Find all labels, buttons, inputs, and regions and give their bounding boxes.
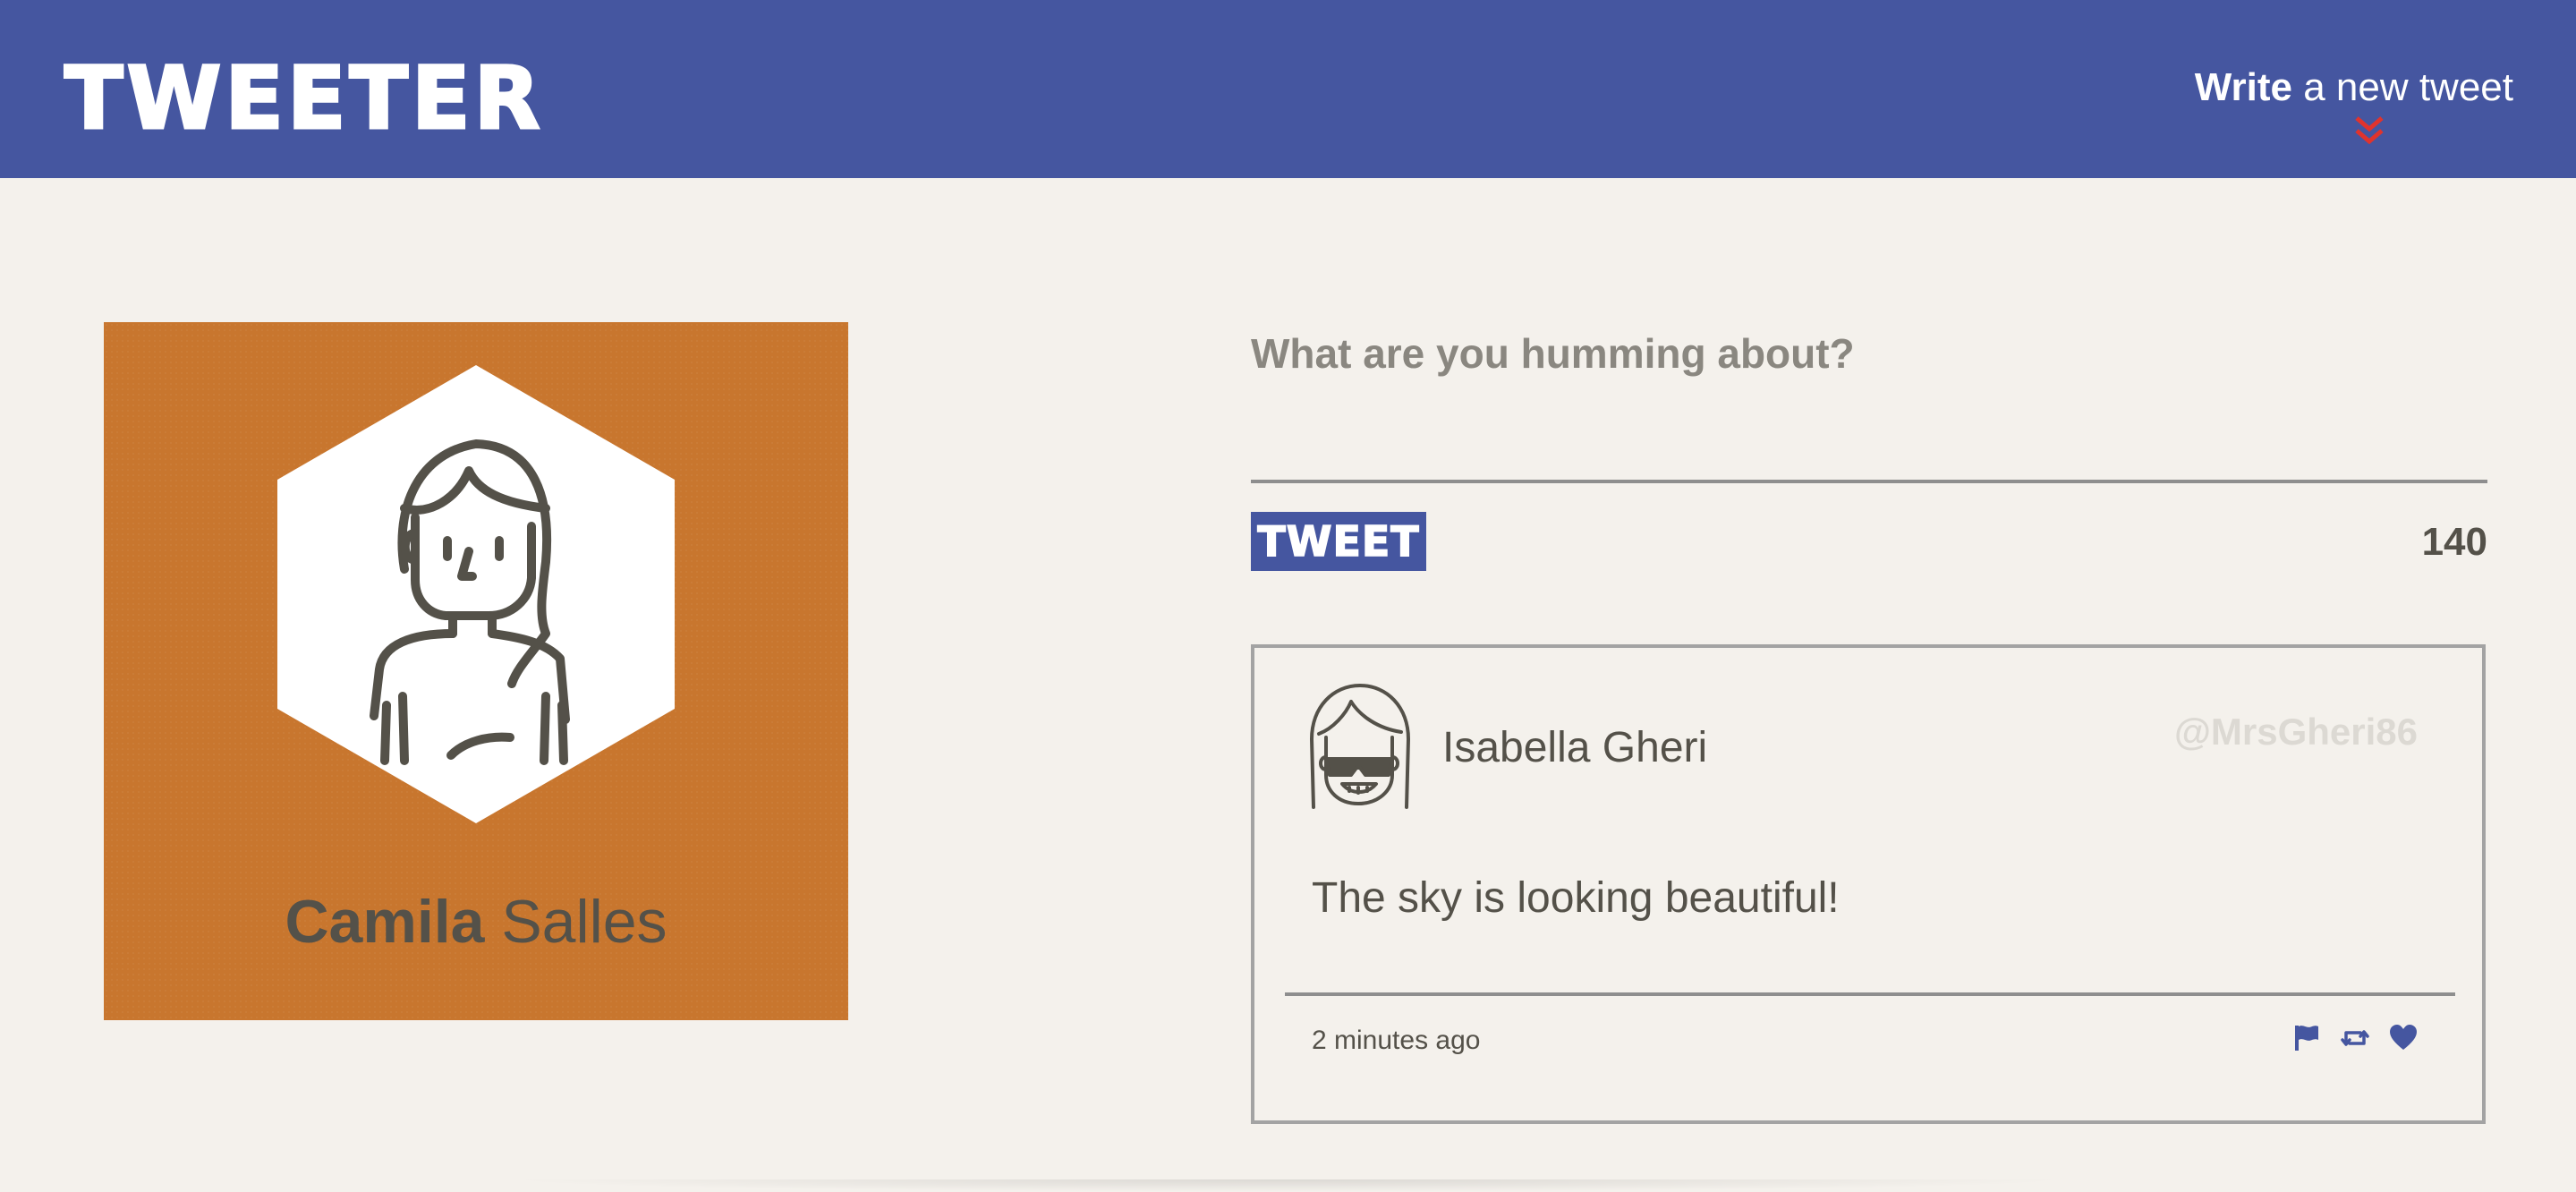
- heart-icon[interactable]: [2389, 1024, 2418, 1052]
- retweet-icon[interactable]: [2341, 1024, 2369, 1052]
- write-label-bold: Write: [2194, 65, 2292, 109]
- flag-icon[interactable]: [2292, 1024, 2321, 1052]
- tweet-body: The sky is looking beautiful!: [1312, 874, 1840, 922]
- tweet-author-handle: @MrsGheri86: [2173, 711, 2418, 753]
- tweet-card: Isabella Gheri @MrsGheri86 The sky is lo…: [1251, 644, 2486, 1124]
- tweet-actions: [2292, 1020, 2418, 1056]
- write-label-rest: a new tweet: [2291, 65, 2513, 109]
- profile-last-name: Salles: [484, 888, 667, 956]
- double-chevron-down-icon[interactable]: [2351, 115, 2387, 150]
- footer-shadow: [501, 1179, 2076, 1192]
- profile-card: Camila Salles: [104, 322, 848, 1020]
- top-nav: TWEETER Write a new tweet: [0, 0, 2576, 178]
- tweet-submit-button[interactable]: TWEET: [1251, 512, 1426, 571]
- tweet-timestamp: 2 minutes ago: [1312, 1026, 1481, 1055]
- profile-avatar: [277, 365, 675, 823]
- profile-name: Camila Salles: [104, 886, 848, 958]
- char-counter: 140: [2421, 520, 2487, 564]
- brand-logo: TWEETER: [64, 48, 544, 149]
- write-new-tweet-toggle[interactable]: Write a new tweet: [2191, 61, 2513, 159]
- person-sunglasses-icon: [1310, 684, 1410, 809]
- tweet-divider: [1285, 992, 2455, 996]
- tweet-input[interactable]: [1251, 322, 2487, 483]
- write-new-tweet-label: Write a new tweet: [2191, 61, 2513, 115]
- tweet-author-name: Isabella Gheri: [1442, 724, 1708, 771]
- profile-first-name: Camila: [285, 888, 485, 956]
